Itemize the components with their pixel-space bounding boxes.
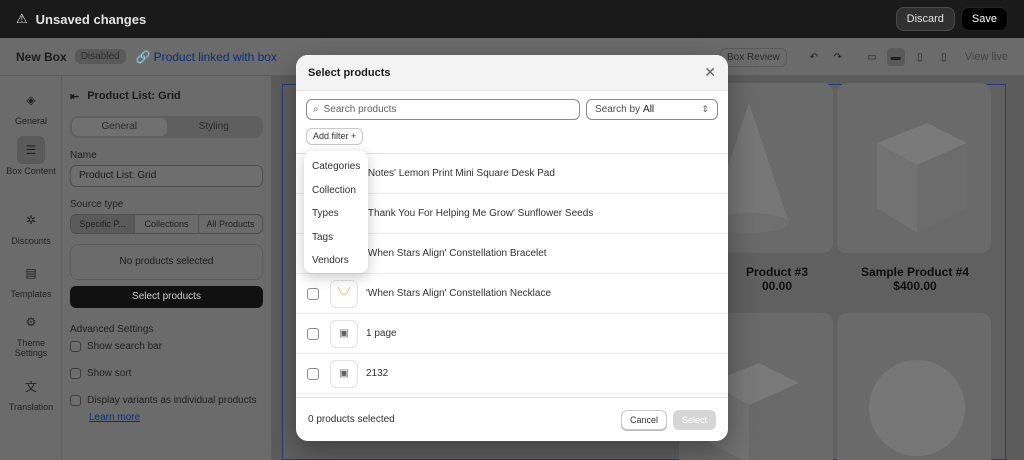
product-image-cube <box>837 83 991 253</box>
filter-dropdown-menu: Categories Collection Types Tags Vendors <box>304 151 368 273</box>
gear-icon: ⚙ <box>25 315 37 329</box>
product-image-sphere <box>837 313 991 460</box>
panel-header: ⇤ Product List: Grid <box>70 76 263 116</box>
image-placeholder-icon: ▣ <box>330 319 358 348</box>
filter-option-vendors[interactable]: Vendors <box>304 249 368 273</box>
filter-option-tags[interactable]: Tags <box>304 226 368 250</box>
search-icon: ⌕ <box>313 104 319 115</box>
rail-item-discounts[interactable]: ✲ Discounts <box>0 206 62 246</box>
learn-more-link[interactable]: Learn more <box>89 412 263 423</box>
chevron-updown-icon: ⇕ <box>701 104 709 114</box>
fullscreen-icon[interactable]: ▭ <box>863 48 881 66</box>
rail-item-templates[interactable]: ▤ Templates <box>0 259 62 299</box>
rail-item-translation[interactable]: 文 Translation <box>0 372 62 413</box>
status-badge: Disabled <box>74 49 126 64</box>
discount-icon: ✲ <box>25 213 37 227</box>
link-icon: 🔗 <box>135 49 151 64</box>
back-icon[interactable]: ⇤ <box>70 90 79 103</box>
left-nav-rail: ◈ General ☰ Box Content ✲ Discounts ▤ Te… <box>0 76 62 460</box>
search-input[interactable] <box>323 104 573 115</box>
checkbox[interactable] <box>307 287 319 300</box>
select-products-button[interactable]: Select products <box>70 286 263 308</box>
add-filter-button[interactable]: Add filter + <box>306 128 364 145</box>
cube-shape <box>877 123 967 233</box>
source-type-selector: Specific P... Collections All Products <box>70 214 263 234</box>
checkbox[interactable] <box>70 395 81 406</box>
no-products-placeholder: No products selected <box>70 244 263 280</box>
redo-icon[interactable]: ↷ <box>829 48 847 66</box>
display-variants-option[interactable]: Display variants as individual products <box>70 395 263 406</box>
rail-item-box-content[interactable]: ☰ Box Content <box>0 136 62 176</box>
checkbox[interactable] <box>307 367 319 380</box>
undo-icon[interactable]: ↶ <box>805 48 823 66</box>
filter-option-collection[interactable]: Collection <box>304 179 368 203</box>
tab-styling[interactable]: Styling <box>167 118 262 136</box>
filter-option-categories[interactable]: Categories <box>304 155 368 179</box>
advanced-settings-label: Advanced Settings <box>70 324 154 335</box>
list-item[interactable]: ▣ 2132 <box>296 354 728 394</box>
search-row: ⌕ Search by All ⇕ <box>306 99 718 120</box>
cube-icon: ◈ <box>26 93 36 107</box>
name-label: Name <box>70 150 97 161</box>
source-all-products[interactable]: All Products <box>199 215 262 233</box>
rail-item-theme-settings[interactable]: ⚙ Theme Settings <box>0 308 62 358</box>
source-collections[interactable]: Collections <box>135 215 199 233</box>
rail-item-general[interactable]: ◈ General <box>0 86 62 126</box>
product-4-price: $400.00 <box>893 279 937 293</box>
source-type-label: Source type <box>70 199 124 210</box>
show-sort-option[interactable]: Show sort <box>70 368 263 379</box>
select-button[interactable]: Select <box>672 409 716 430</box>
checkbox[interactable] <box>307 327 319 340</box>
selected-count: 0 products selected <box>308 414 395 425</box>
tab-general[interactable]: General <box>72 118 167 136</box>
save-button[interactable]: Save <box>960 7 1008 31</box>
image-placeholder-icon: ▣ <box>330 359 358 388</box>
close-icon[interactable]: ✕ <box>704 64 716 81</box>
view-live-button[interactable]: View live <box>965 51 1008 63</box>
panel-tabs: General Styling <box>70 116 263 138</box>
modal-header: Select products ✕ <box>296 55 728 91</box>
list-item[interactable]: 'When Stars Align' Constellation Necklac… <box>296 274 728 314</box>
necklace-thumbnail <box>330 279 358 308</box>
show-search-bar-option[interactable]: Show search bar <box>70 341 263 352</box>
modal-footer: 0 products selected Cancel Select <box>296 397 728 441</box>
search-box: ⌕ <box>306 99 580 120</box>
cancel-button[interactable]: Cancel <box>620 409 667 430</box>
panel-title: Product List: Grid <box>87 90 181 102</box>
name-field[interactable]: Product List: Grid <box>70 165 263 187</box>
product-linked-link[interactable]: Product linked with box <box>154 50 277 64</box>
desktop-view-icon[interactable]: ▬ <box>886 48 905 66</box>
checkbox[interactable] <box>70 341 81 352</box>
discard-button[interactable]: Discard <box>895 7 955 31</box>
modal-title: Select products <box>308 66 391 79</box>
tablet-view-icon[interactable]: ▯ <box>911 48 929 66</box>
warning-icon: ⚠ <box>16 11 28 26</box>
settings-panel: ⇤ Product List: Grid General Styling Nam… <box>62 76 272 460</box>
top-bar: ⚠ Unsaved changes Discard Save <box>0 0 1024 38</box>
mobile-view-icon[interactable]: ▯ <box>935 48 953 66</box>
list-item[interactable]: ▣ 1 page <box>296 314 728 354</box>
box-name: New Box <box>16 49 67 64</box>
list-icon: ☰ <box>17 136 45 164</box>
product-4-name: Sample Product #4 <box>860 265 970 279</box>
checkbox[interactable] <box>70 368 81 379</box>
source-specific-products[interactable]: Specific P... <box>71 215 135 233</box>
unsaved-changes-title: Unsaved changes <box>35 11 147 27</box>
template-icon: ▤ <box>25 266 37 280</box>
filter-option-types[interactable]: Types <box>304 202 368 226</box>
box-review-button[interactable]: Box Review <box>719 47 787 67</box>
search-by-select[interactable]: Search by All ⇕ <box>586 99 718 120</box>
sphere-shape <box>869 360 965 456</box>
translate-icon: 文 <box>24 379 37 394</box>
